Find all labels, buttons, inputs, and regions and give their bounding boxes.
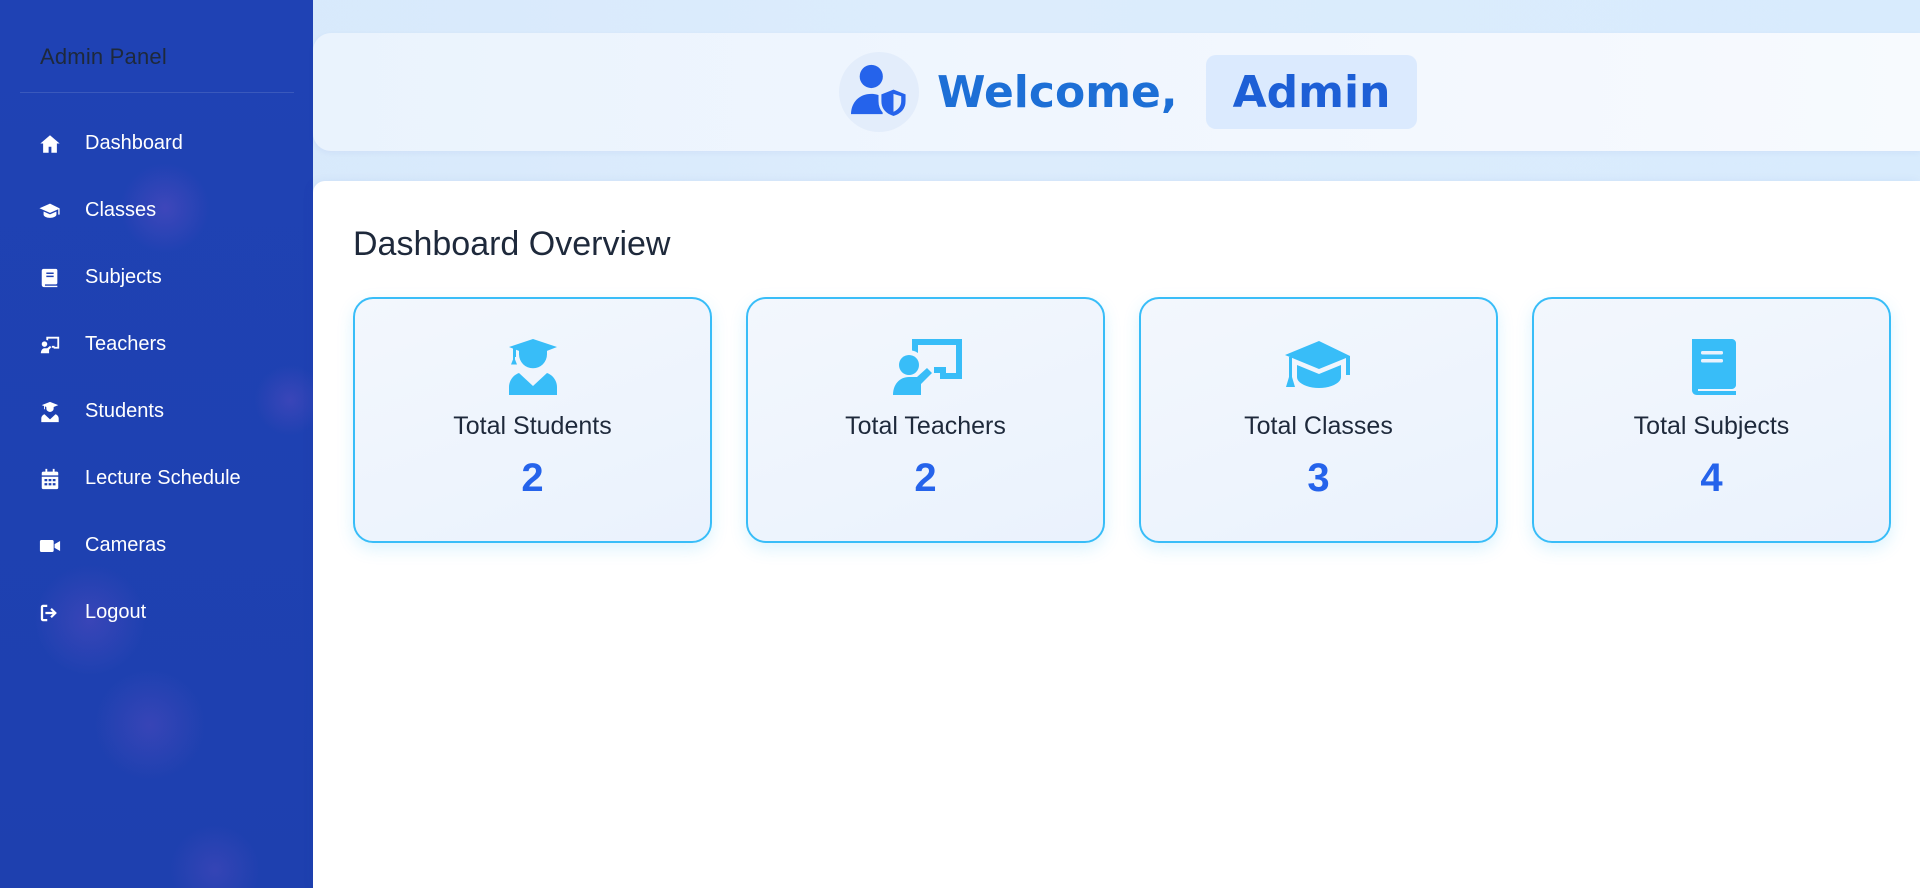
- sidebar-nav: Dashboard Classes Subjects Teachers Stud…: [0, 110, 313, 646]
- chalkboard-teacher-icon: [38, 333, 62, 357]
- page-title: Dashboard Overview: [353, 225, 671, 263]
- user-shield-icon: [848, 62, 910, 123]
- video-camera-icon: [38, 534, 62, 558]
- stat-card-students[interactable]: Total Students 2: [353, 297, 712, 543]
- sign-out-icon: [38, 601, 62, 625]
- sidebar-item-label: Classes: [85, 199, 157, 221]
- sidebar-item-label: Cameras: [85, 534, 167, 556]
- sidebar-item-dashboard[interactable]: Dashboard: [0, 110, 313, 177]
- stat-card-value: 2: [521, 456, 544, 500]
- sidebar: Admin Panel Dashboard Classes Subjects T…: [0, 0, 313, 888]
- welcome-banner: Welcome, Admin: [839, 52, 1418, 132]
- sidebar-item-label: Students: [85, 400, 164, 422]
- stats-cards: Total Students 2 Total Teachers 2 Total …: [353, 297, 1920, 543]
- calendar-icon: [38, 467, 62, 491]
- book-icon: [1534, 339, 1889, 397]
- stat-card-value: 2: [914, 456, 937, 500]
- sidebar-item-cameras[interactable]: Cameras: [0, 512, 313, 579]
- stat-card-subjects[interactable]: Total Subjects 4: [1532, 297, 1891, 543]
- user-graduate-icon: [38, 400, 62, 424]
- stat-card-value: 4: [1700, 456, 1723, 500]
- stat-card-value: 3: [1307, 456, 1330, 500]
- sidebar-item-label: Lecture Schedule: [85, 467, 241, 489]
- sidebar-brand: Admin Panel: [40, 44, 167, 69]
- home-icon: [38, 132, 62, 156]
- sidebar-item-logout[interactable]: Logout: [0, 579, 313, 646]
- main-panel: Dashboard Overview Total Students 2 Tota…: [313, 181, 1920, 888]
- stat-card-teachers[interactable]: Total Teachers 2: [746, 297, 1105, 543]
- sidebar-item-label: Dashboard: [85, 132, 183, 154]
- chalkboard-teacher-icon: [748, 339, 1103, 397]
- stat-card-classes[interactable]: Total Classes 3: [1139, 297, 1498, 543]
- sidebar-divider: [20, 92, 294, 93]
- sidebar-item-label: Teachers: [85, 333, 167, 355]
- sidebar-item-label: Subjects: [85, 266, 162, 288]
- avatar: [839, 52, 919, 132]
- stat-card-label: Total Students: [453, 412, 612, 440]
- user-name-badge: Admin: [1205, 55, 1418, 129]
- sidebar-item-lecture-schedule[interactable]: Lecture Schedule: [0, 445, 313, 512]
- sidebar-item-classes[interactable]: Classes: [0, 177, 313, 244]
- sidebar-item-subjects[interactable]: Subjects: [0, 244, 313, 311]
- stat-card-label: Total Classes: [1244, 412, 1393, 440]
- graduation-cap-icon: [1141, 339, 1496, 397]
- sidebar-item-label: Logout: [85, 601, 147, 623]
- sidebar-item-teachers[interactable]: Teachers: [0, 311, 313, 378]
- stat-card-label: Total Subjects: [1633, 412, 1790, 440]
- book-icon: [38, 266, 62, 290]
- welcome-header: Welcome, Admin: [313, 33, 1920, 151]
- user-graduate-icon: [355, 339, 710, 397]
- welcome-text: Welcome,: [937, 66, 1178, 118]
- sidebar-item-students[interactable]: Students: [0, 378, 313, 445]
- stat-card-label: Total Teachers: [845, 412, 1006, 440]
- graduation-cap-icon: [38, 199, 62, 223]
